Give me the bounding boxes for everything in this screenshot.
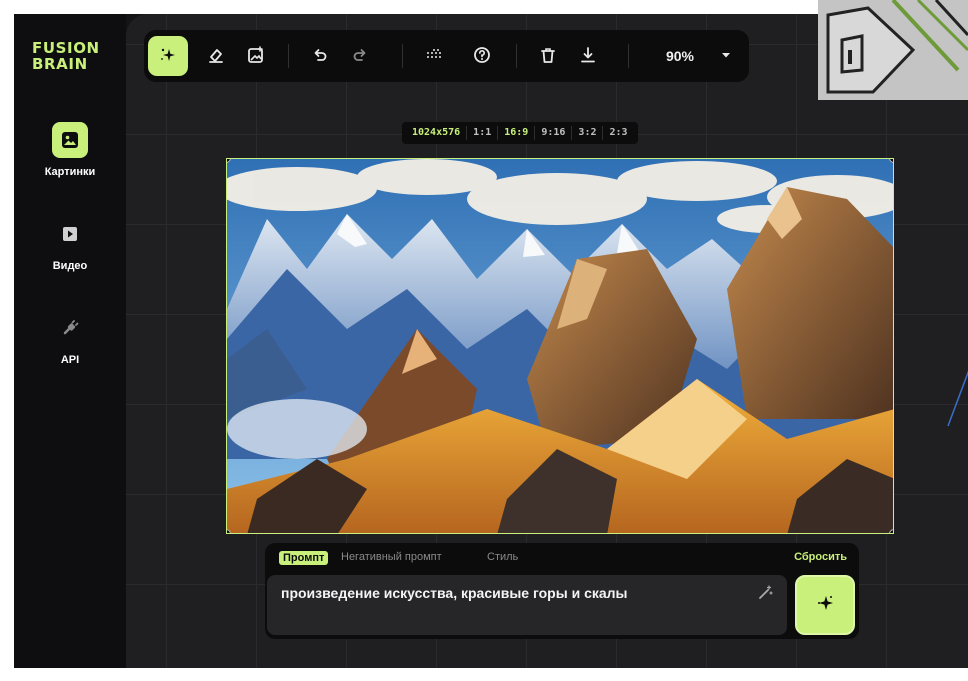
redo-icon [351,46,369,67]
undo-icon [311,46,329,67]
ratio-9-16[interactable]: 9:16 [535,125,571,141]
zoom-level[interactable]: 90% [652,40,708,72]
aspect-ratio-bar: 1024x576 1:1 16:9 9:16 3:2 2:3 [402,122,638,144]
toolbar: 90% [144,30,749,82]
resize-handle-bottom-right[interactable] [889,529,893,533]
generate-tool-button[interactable] [148,36,188,76]
ratio-2-3[interactable]: 2:3 [603,125,633,141]
logo-line-1: FUSION [32,39,100,57]
ratio-16-9[interactable]: 16:9 [498,125,534,141]
download-button[interactable] [572,40,604,72]
ratio-3-2[interactable]: 3:2 [572,125,602,141]
toolbar-divider [628,44,629,68]
prompt-text[interactable]: произведение искусства, красивые горы и … [281,585,628,601]
generated-image[interactable] [226,158,894,534]
plug-icon [52,310,88,346]
image-icon [52,122,88,158]
eraser-button[interactable] [200,40,232,72]
image-add-button[interactable] [240,40,272,72]
toolbar-divider [402,44,403,68]
chevron-down-icon [720,48,732,64]
help-button[interactable] [466,40,498,72]
reset-button[interactable]: Сбросить [794,551,847,563]
delete-button[interactable] [532,40,564,72]
logo-line-2: BRAIN [32,55,88,73]
eraser-icon [207,46,225,67]
sidebar-item-api[interactable]: API [14,310,126,366]
trash-icon [539,46,557,67]
grid-button[interactable] [418,40,450,72]
logo[interactable]: FUSION BRAIN [32,40,100,72]
redo-button[interactable] [344,40,376,72]
help-icon [473,46,491,67]
download-icon [579,46,597,67]
prompt-panel: Промпт Негативный промпт Стиль Сбросить … [265,543,859,639]
sparkle-icon [814,592,836,619]
toolbar-divider [288,44,289,68]
sidebar-item-label: API [60,354,80,366]
sidebar-item-label: Видео [52,260,88,272]
image-add-icon [247,45,265,67]
sidebar-item-video[interactable]: Видео [14,216,126,272]
grid-dots-icon [425,46,443,67]
undo-button[interactable] [304,40,336,72]
magic-wand-icon[interactable] [757,585,773,604]
sidebar: FUSION BRAIN Картинки Видео API [14,14,126,668]
toolbar-divider [516,44,517,68]
partial-logo-overlay [818,0,968,100]
ratio-1-1[interactable]: 1:1 [467,125,497,141]
tab-style[interactable]: Стиль [487,551,518,563]
generate-button[interactable] [795,575,855,635]
play-icon [52,216,88,252]
prompt-input[interactable]: произведение искусства, красивые горы и … [267,575,787,635]
sparkle-icon [159,46,177,67]
tab-negative-prompt[interactable]: Негативный промпт [341,551,442,563]
tab-prompt[interactable]: Промпт [279,551,329,565]
app-window: FUSION BRAIN Картинки Видео API 90% 1024… [14,14,968,668]
size-label: 1024x576 [412,127,461,138]
sidebar-item-label: Картинки [44,166,96,178]
decorative-line [947,370,968,427]
sidebar-item-images[interactable]: Картинки [14,122,126,178]
zoom-dropdown-button[interactable] [716,40,736,72]
